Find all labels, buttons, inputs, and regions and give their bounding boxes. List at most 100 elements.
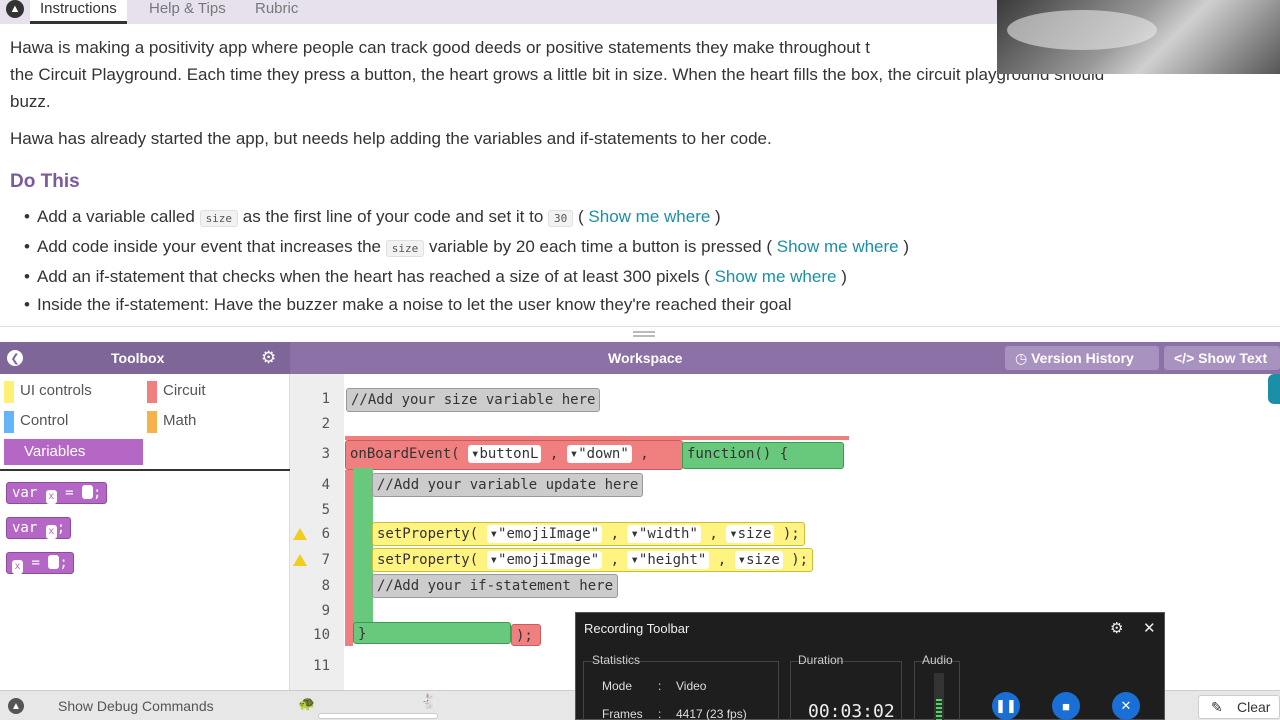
category-swatch: [4, 381, 14, 403]
event-dropdown[interactable]: ▾"down": [566, 445, 632, 463]
warning-icon[interactable]: [293, 528, 307, 540]
paren: ): [903, 237, 910, 256]
inline-code: size: [385, 240, 425, 257]
function-block-end[interactable]: }: [353, 622, 511, 644]
gear-icon[interactable]: ⚙: [1110, 619, 1123, 637]
cancel-recording-button[interactable]: ✕: [1112, 692, 1140, 720]
stop-button[interactable]: ■: [1052, 692, 1080, 720]
comment-block[interactable]: //Add your size variable here: [346, 388, 601, 412]
pause-button[interactable]: ❚❚: [992, 692, 1020, 720]
block-slot[interactable]: x: [45, 490, 57, 504]
toolbox-header: ❮ Toolbox ⚙: [0, 342, 290, 374]
toolbox-title: Toolbox: [111, 350, 165, 366]
recording-title: Recording Toolbar: [584, 621, 690, 636]
tab-rubric[interactable]: Rubric: [255, 0, 298, 24]
setproperty-block[interactable]: setProperty( ▾"emojiImage" , ▾"height" ,…: [372, 548, 814, 572]
task-item: Inside the if-statement: Have the buzzer…: [24, 291, 1270, 319]
value-dropdown[interactable]: ▾size: [734, 551, 783, 569]
turtle-icon: 🐢: [298, 695, 316, 711]
block-keyword: onBoardEvent(: [350, 446, 460, 462]
setproperty-block[interactable]: setProperty( ▾"emojiImage" , ▾"width" , …: [372, 522, 805, 546]
close-icon[interactable]: ✕: [1143, 619, 1156, 637]
property-dropdown[interactable]: ▾"height": [627, 551, 710, 569]
category-circuit[interactable]: Circuit: [143, 378, 283, 404]
element-dropdown[interactable]: ▾"emojiImage": [486, 551, 603, 569]
function-block[interactable]: function() {: [682, 442, 844, 469]
toolbox-gear-icon[interactable]: ⚙: [261, 348, 276, 368]
do-this-heading: Do This: [10, 171, 80, 192]
task-text: Add a variable called: [37, 207, 195, 226]
slider-track[interactable]: [318, 713, 438, 719]
mode-label: Mode: [602, 679, 633, 693]
onboardevent-block[interactable]: onBoardEvent( ▾buttonL , ▾"down" ,: [345, 440, 683, 470]
clear-button[interactable]: ✎ Clear: [1198, 695, 1280, 719]
element-dropdown[interactable]: ▾"emojiImage": [486, 525, 603, 543]
block-slot[interactable]: x: [12, 560, 23, 574]
line-number: 5: [321, 502, 330, 518]
frames-value: 4417 (23 fps): [676, 707, 747, 720]
collapse-instructions-icon[interactable]: ▲: [6, 0, 24, 18]
version-history-label: Version History: [1031, 350, 1134, 366]
splitter-grip-icon[interactable]: [633, 331, 655, 337]
category-label: Variables: [24, 443, 86, 460]
assign-block[interactable]: x = ;: [6, 552, 74, 574]
show-debug-commands[interactable]: Show Debug Commands: [58, 698, 214, 714]
event-block-end[interactable]: );: [511, 624, 541, 646]
paren: (: [578, 207, 584, 226]
block-keyword: setProperty(: [377, 526, 479, 542]
separator: ,: [610, 552, 620, 568]
tab-help-tips[interactable]: Help & Tips: [149, 0, 226, 24]
recording-toolbar: Recording Toolbar ⚙ ✕ Statistics Mode : …: [575, 612, 1165, 720]
var-declare-block[interactable]: var x;: [6, 517, 72, 539]
clear-label: Clear: [1237, 699, 1271, 715]
workspace-edge-handle[interactable]: [1268, 374, 1280, 404]
expand-debug-icon[interactable]: ▲: [8, 698, 24, 714]
task-list: Add a variable called size as the first …: [10, 203, 1270, 319]
value-dropdown[interactable]: ▾size: [726, 525, 775, 543]
tab-instructions[interactable]: Instructions: [30, 0, 127, 24]
category-label: Control: [20, 412, 69, 429]
instructions-paragraph-2: Hawa has already started the app, but ne…: [10, 129, 772, 148]
show-text-label: Show Text: [1198, 350, 1268, 366]
line-number: 11: [313, 658, 330, 674]
line-number: 4: [321, 477, 330, 493]
block-operator: =: [31, 555, 40, 571]
toolbox-panel: UI controls Circuit Control Math Variabl…: [0, 374, 290, 690]
speed-slider[interactable]: 🐢 🐇: [292, 691, 452, 720]
version-history-button[interactable]: ◷ Version History: [1005, 346, 1159, 370]
show-text-button[interactable]: </> Show Text: [1164, 346, 1280, 370]
block-operator: =: [65, 485, 74, 501]
collapse-toolbox-icon[interactable]: ❮: [7, 350, 23, 366]
block-value-slot[interactable]: [82, 485, 94, 499]
var-assign-block[interactable]: var x = ;: [6, 482, 108, 504]
category-label: Math: [163, 412, 197, 429]
block-slot[interactable]: x: [45, 525, 57, 539]
separator: ,: [640, 446, 649, 462]
category-label: Circuit: [163, 382, 206, 399]
category-ui-controls[interactable]: UI controls: [0, 378, 140, 404]
category-math[interactable]: Math: [143, 408, 283, 434]
show-me-where-link[interactable]: Show me where: [777, 237, 899, 256]
code-icon: </>: [1174, 350, 1195, 366]
inline-code: 30: [548, 210, 574, 227]
toolbox-divider: [0, 469, 290, 471]
event-block-left-edge: [345, 470, 353, 646]
category-variables[interactable]: Variables: [4, 439, 143, 465]
line-number: 1: [321, 391, 330, 407]
panel-resize-splitter[interactable]: [0, 326, 1280, 342]
show-me-where-link[interactable]: Show me where: [715, 267, 837, 286]
comment-block[interactable]: //Add your if-statement here: [372, 574, 619, 598]
line-gutter: 1 2 3 4 5 6 7 8 9 10 11: [290, 374, 344, 690]
warning-icon[interactable]: [293, 554, 307, 566]
separator: ,: [709, 526, 718, 542]
property-dropdown[interactable]: ▾"width": [627, 525, 701, 543]
separator: ,: [549, 446, 559, 462]
duration-label: Duration: [798, 653, 844, 667]
eraser-icon: ✎: [1211, 699, 1223, 715]
block-value-slot[interactable]: [48, 555, 60, 569]
show-me-where-link[interactable]: Show me where: [588, 207, 710, 226]
category-control[interactable]: Control: [0, 408, 140, 434]
comment-block[interactable]: //Add your variable update here: [372, 473, 644, 497]
button-dropdown[interactable]: ▾buttonL: [468, 445, 542, 463]
category-swatch: [4, 411, 14, 433]
